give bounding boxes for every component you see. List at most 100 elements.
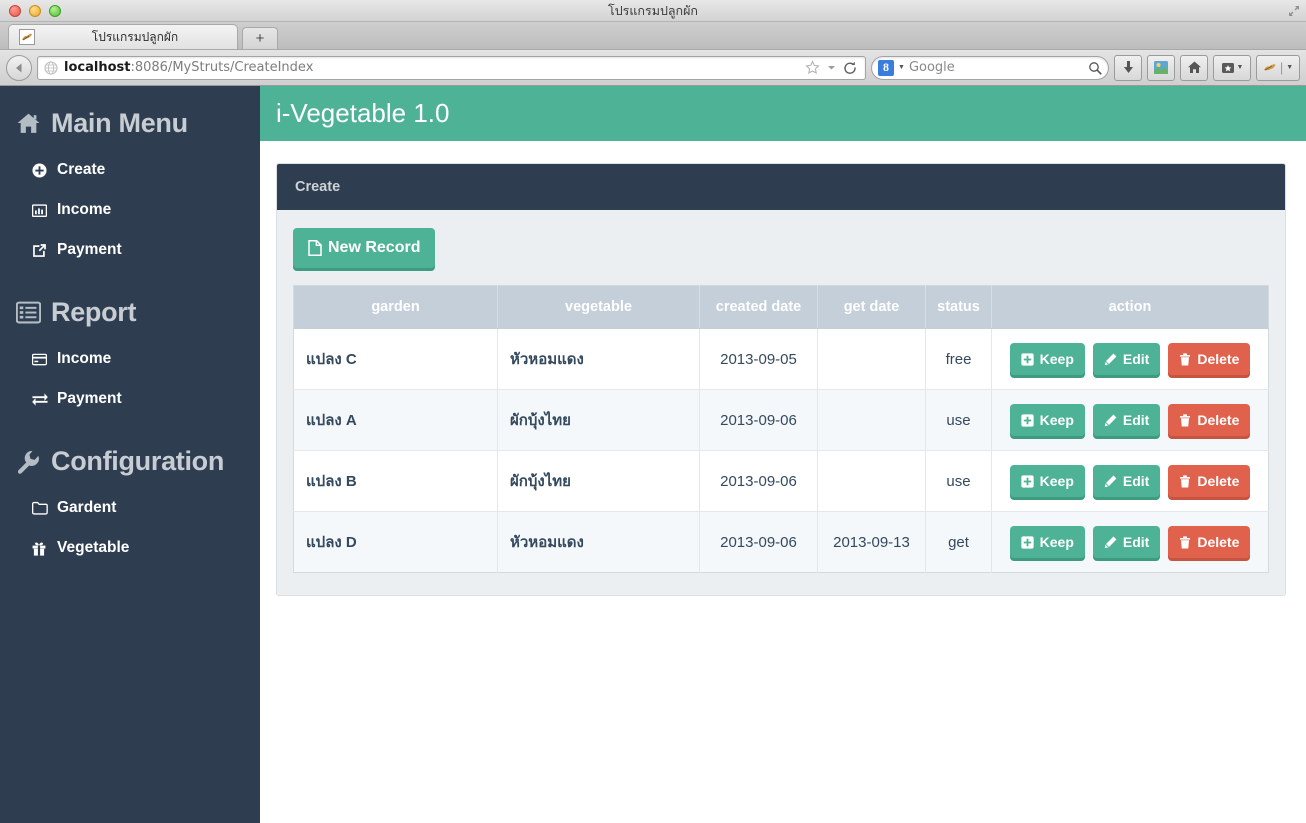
url-text: localhost:8086/MyStruts/CreateIndex: [64, 60, 799, 75]
addon-chevron-icon[interactable]: ▼: [1286, 64, 1293, 71]
delete-button[interactable]: Delete: [1168, 526, 1250, 558]
sidebar-item-vegetable[interactable]: Vegetable: [0, 539, 260, 557]
search-engine-chevron-icon[interactable]: ▼: [898, 64, 905, 71]
cell-status: get: [926, 512, 992, 573]
page-content: Main Menu Create: [0, 86, 1306, 823]
browser-tab-active[interactable]: โปรแกรมปลูกผัก: [8, 24, 238, 49]
delete-label: Delete: [1197, 352, 1239, 366]
trash-icon: [1179, 536, 1191, 549]
back-button[interactable]: [6, 55, 32, 81]
search-bar[interactable]: 8 ▼ Google: [871, 56, 1109, 80]
table-header-row: garden vegetable created date get date s…: [294, 286, 1269, 329]
magnifier-icon[interactable]: [1088, 61, 1102, 75]
plus-square-icon: [1021, 475, 1034, 488]
new-tab-button[interactable]: +: [242, 27, 278, 49]
keep-label: Keep: [1040, 535, 1074, 549]
delete-label: Delete: [1197, 535, 1239, 549]
cell-garden: แปลง D: [294, 512, 498, 573]
column-header-status[interactable]: status: [926, 286, 992, 329]
edit-button[interactable]: Edit: [1093, 526, 1160, 558]
reload-icon[interactable]: [843, 61, 857, 75]
download-icon[interactable]: [1114, 55, 1142, 81]
trash-icon: [1179, 475, 1191, 488]
keep-button[interactable]: Keep: [1010, 404, 1085, 436]
tab-strip: โปรแกรมปลูกผัก +: [0, 22, 1306, 50]
cell-status: use: [926, 390, 992, 451]
sidebar-item-payment[interactable]: Payment: [0, 241, 260, 259]
plus-square-icon: [1021, 414, 1034, 427]
tab-title: โปรแกรมปลูกผัก: [43, 28, 227, 47]
url-host: localhost: [64, 60, 130, 75]
keep-button[interactable]: Keep: [1010, 526, 1085, 558]
cell-created-date: 2013-09-05: [700, 329, 818, 390]
panel-body: New Record garden vegetable created date…: [277, 210, 1285, 595]
edit-label: Edit: [1123, 535, 1149, 549]
cell-created-date: 2013-09-06: [700, 512, 818, 573]
delete-button[interactable]: Delete: [1168, 343, 1250, 375]
sidebar-section-report: Report: [0, 297, 260, 328]
row-action-buttons: Keep Edit Delete: [1010, 404, 1251, 436]
sidebar-item-gardent[interactable]: Gardent: [0, 499, 260, 517]
search-input[interactable]: Google: [909, 60, 1084, 75]
column-header-vegetable[interactable]: vegetable: [498, 286, 700, 329]
pocket-icon[interactable]: [1147, 55, 1175, 81]
delete-button[interactable]: Delete: [1168, 404, 1250, 436]
keep-label: Keep: [1040, 352, 1074, 366]
chevron-down-icon[interactable]: [827, 63, 836, 72]
new-record-label: New Record: [328, 240, 420, 256]
sidebar-item-report-payment[interactable]: Payment: [0, 390, 260, 408]
sidebar: Main Menu Create: [0, 86, 260, 823]
home-icon[interactable]: [1180, 55, 1208, 81]
url-path: :8086/MyStruts/CreateIndex: [130, 60, 313, 75]
cell-action: Keep Edit Delete: [992, 512, 1269, 573]
table-head: garden vegetable created date get date s…: [294, 286, 1269, 329]
row-action-buttons: Keep Edit Delete: [1010, 465, 1251, 497]
bookmarks-chevron-icon[interactable]: ▼: [1237, 64, 1244, 71]
column-header-action[interactable]: action: [992, 286, 1269, 329]
delete-button[interactable]: Delete: [1168, 465, 1250, 497]
edit-button[interactable]: Edit: [1093, 404, 1160, 436]
favicon-icon: [19, 29, 35, 45]
page-title: i-Vegetable 1.0: [276, 98, 449, 129]
addon-icon[interactable]: | ▼: [1256, 55, 1300, 81]
sidebar-item-label: Gardent: [57, 499, 116, 517]
keep-button[interactable]: Keep: [1010, 465, 1085, 497]
edit-label: Edit: [1123, 413, 1149, 427]
address-bar[interactable]: localhost:8086/MyStruts/CreateIndex: [37, 56, 866, 80]
keep-label: Keep: [1040, 474, 1074, 488]
sidebar-item-income[interactable]: Income: [0, 201, 260, 219]
wrench-icon: [16, 449, 41, 474]
column-header-garden[interactable]: garden: [294, 286, 498, 329]
cell-action: Keep Edit Delete: [992, 451, 1269, 512]
keep-button[interactable]: Keep: [1010, 343, 1085, 375]
sidebar-item-label: Vegetable: [57, 539, 129, 557]
pencil-icon: [1104, 353, 1117, 366]
edit-button[interactable]: Edit: [1093, 343, 1160, 375]
bookmarks-icon[interactable]: ▼: [1213, 55, 1251, 81]
table-body: แปลง C หัวหอมแดง 2013-09-05 free: [294, 329, 1269, 573]
cell-vegetable: ผักบุ้งไทย: [498, 390, 700, 451]
sidebar-item-report-income[interactable]: Income: [0, 350, 260, 368]
star-icon[interactable]: [805, 60, 820, 75]
folder-icon: [32, 501, 49, 515]
pencil-icon: [1104, 475, 1117, 488]
app-header: i-Vegetable 1.0: [260, 86, 1306, 141]
column-header-created-date[interactable]: created date: [700, 286, 818, 329]
list-alt-icon: [16, 300, 41, 325]
sidebar-section-main-menu: Main Menu: [0, 108, 260, 139]
cell-action: Keep Edit Delete: [992, 390, 1269, 451]
browser-window: โปรแกรมปลูกผัก โปรแกรมปลูกผัก +: [0, 0, 1306, 823]
new-record-button[interactable]: New Record: [293, 228, 435, 268]
records-table: garden vegetable created date get date s…: [293, 285, 1269, 573]
cell-garden: แปลง A: [294, 390, 498, 451]
edit-label: Edit: [1123, 474, 1149, 488]
cell-created-date: 2013-09-06: [700, 451, 818, 512]
sidebar-item-create[interactable]: Create: [0, 161, 260, 179]
window-titlebar: โปรแกรมปลูกผัก: [0, 0, 1306, 22]
column-header-get-date[interactable]: get date: [818, 286, 926, 329]
cell-status: free: [926, 329, 992, 390]
edit-button[interactable]: Edit: [1093, 465, 1160, 497]
fullscreen-icon[interactable]: [1286, 3, 1302, 19]
sidebar-section-title: Configuration: [51, 446, 224, 477]
globe-icon: [44, 61, 58, 75]
